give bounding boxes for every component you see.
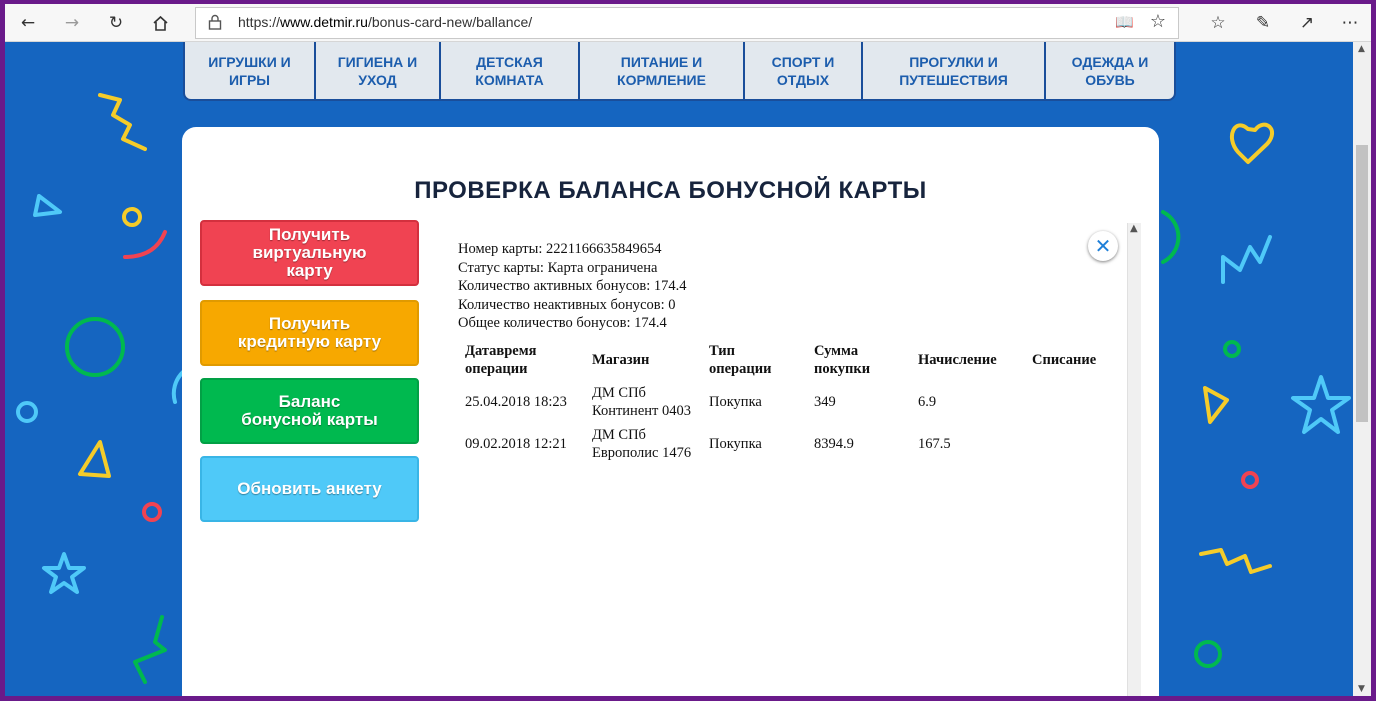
category-walks[interactable]: ПРОГУЛКИ И ПУТЕШЕСТВИЯ [863, 42, 1046, 99]
inactive-bonuses: Количество неактивных бонусов: 0 [458, 296, 676, 313]
cell-datetime: 09.02.2018 12:21 [465, 436, 567, 452]
pen-icon[interactable]: ✎ [1248, 8, 1278, 38]
zigzag-shape [98, 93, 147, 151]
category-nav: ИГРУШКИ И ИГРЫ ГИГИЕНА И УХОД ДЕТСКАЯ КО… [183, 42, 1176, 101]
total-bonuses: Общее количество бонусов: 174.4 [458, 315, 667, 331]
scroll-down-icon[interactable]: ▼ [1358, 684, 1365, 694]
refresh-icon[interactable]: ↻ [101, 8, 131, 38]
column-header: Датавремя операции [465, 343, 537, 377]
card-status: Статус карты: Карта ограничена [458, 259, 658, 276]
zigzag-shape [1199, 548, 1272, 574]
heart-shape [1230, 122, 1275, 164]
url-path: /bonus-card-new/ballance/ [367, 14, 533, 30]
page-scrollbar[interactable]: ▲ ▼ [1353, 42, 1371, 696]
share-icon[interactable]: ↗ [1292, 8, 1322, 38]
get-virtual-card-button[interactable]: Получить виртуальную карту [200, 220, 419, 286]
category-hygiene[interactable]: ГИГИЕНА И УХОД [316, 42, 441, 99]
arc-shape [123, 230, 167, 259]
circle-shape [1241, 471, 1259, 489]
circle-shape [65, 317, 125, 377]
scroll-up-icon[interactable]: ▲ [1130, 223, 1138, 234]
bonus-balance-button[interactable]: Баланс бонусной карты [200, 378, 419, 444]
zigzag-shape [1221, 235, 1272, 284]
column-header: Начисление [918, 352, 997, 368]
update-form-button[interactable]: Обновить анкету [200, 456, 419, 522]
category-label: ПИТАНИЕ И КОРМЛЕНИЕ [617, 53, 706, 88]
cell-amount: 349 [814, 394, 836, 410]
lock-icon [208, 14, 222, 30]
cell-writeoff [1025, 381, 1115, 423]
cell-datetime: 25.04.2018 18:23 [465, 394, 567, 410]
table-row: 25.04.2018 18:23 ДМ СПб Континент 0403 П… [458, 381, 1115, 423]
more-icon[interactable]: ⋯ [1335, 8, 1365, 38]
url-prefix: https:// [238, 14, 281, 30]
card-number: Номер карты: 2221166635849654 [458, 241, 662, 257]
cell-writeoff [1025, 423, 1115, 465]
address-bar[interactable]: https://www.detmir.ru/bonus-card-new/bal… [195, 7, 1179, 39]
category-food[interactable]: ПИТАНИЕ И КОРМЛЕНИЕ [580, 42, 745, 99]
arc-shape [1161, 210, 1181, 264]
table-row: 09.02.2018 12:21 ДМ СПб Европолис 1476 П… [458, 423, 1115, 465]
column-header: Сумма покупки [814, 343, 871, 377]
favorite-star-icon[interactable]: ☆ [1150, 11, 1166, 32]
table-header-row: Датавремя операции Магазин Тип операции … [458, 339, 1115, 381]
category-sport[interactable]: СПОРТ И ОТДЫХ [745, 42, 863, 99]
close-icon[interactable]: ✕ [1088, 231, 1118, 261]
cell-accrual: 167.5 [918, 436, 951, 452]
cell-accrual: 6.9 [918, 394, 937, 410]
cell-store: ДМ СПб Европолис 1476 [592, 427, 692, 461]
bonus-balance-panel: ПРОВЕРКА БАЛАНСА БОНУСНОЙ КАРТЫ Получить… [182, 127, 1159, 696]
scroll-up-icon[interactable]: ▲ [1358, 44, 1365, 54]
url-domain: www.detmir.ru [280, 14, 368, 30]
active-bonuses: Количество активных бонусов: 174.4 [458, 278, 687, 294]
category-label: ДЕТСКАЯ КОМНАТА [475, 53, 544, 88]
category-label: СПОРТ И ОТДЫХ [771, 53, 835, 88]
panel-scrollbar[interactable]: ▲ [1127, 223, 1141, 696]
column-header: Списание [1032, 352, 1097, 368]
browser-window: ← → ↻ https://www.detmir.ru/bonus-card-n… [5, 4, 1371, 696]
category-kids-room[interactable]: ДЕТСКАЯ КОМНАТА [441, 42, 580, 99]
category-clothes[interactable]: ОДЕЖДА И ОБУВЬ [1046, 42, 1174, 99]
circle-shape [16, 401, 38, 423]
triangle-shape [33, 194, 62, 217]
circle-shape [1223, 340, 1241, 358]
cell-type: Покупка [709, 436, 762, 452]
browser-toolbar: ← → ↻ https://www.detmir.ru/bonus-card-n… [5, 4, 1371, 42]
circle-shape [1194, 640, 1222, 668]
category-toys[interactable]: ИГРУШКИ И ИГРЫ [185, 42, 316, 99]
operations-table: Датавремя операции Магазин Тип операции … [458, 339, 1115, 465]
category-label: ПРОГУЛКИ И ПУТЕШЕСТВИЯ [899, 53, 1008, 88]
circle-shape [122, 207, 142, 227]
category-label: ГИГИЕНА И УХОД [337, 53, 418, 88]
cell-type: Покупка [709, 394, 762, 410]
star-shape [1291, 375, 1351, 434]
favorites-list-icon[interactable]: ☆ [1203, 8, 1233, 38]
get-credit-card-button[interactable]: Получить кредитную карту [200, 300, 419, 366]
zigzag-shape [133, 615, 167, 684]
back-icon[interactable]: ← [13, 8, 43, 38]
page-title: ПРОВЕРКА БАЛАНСА БОНУСНОЙ КАРТЫ [414, 177, 927, 204]
card-info: Номер карты: 2221166635849654 Статус кар… [458, 240, 687, 333]
column-header: Тип операции [709, 343, 772, 377]
star-shape [42, 552, 86, 594]
cell-amount: 8394.9 [814, 436, 854, 452]
column-header: Магазин [592, 352, 650, 368]
reading-view-icon[interactable]: 📖 [1115, 13, 1134, 31]
triangle-shape [1203, 386, 1229, 424]
category-label: ОДЕЖДА И ОБУВЬ [1071, 53, 1149, 88]
scrollbar-thumb[interactable] [1356, 145, 1368, 422]
category-label: ИГРУШКИ И ИГРЫ [208, 53, 291, 88]
circle-shape [142, 502, 162, 522]
triangle-shape [78, 440, 111, 478]
url-text: https://www.detmir.ru/bonus-card-new/bal… [238, 14, 532, 30]
home-icon[interactable] [145, 8, 175, 38]
forward-icon[interactable]: → [57, 8, 87, 38]
cell-store: ДМ СПб Континент 0403 [592, 385, 691, 419]
